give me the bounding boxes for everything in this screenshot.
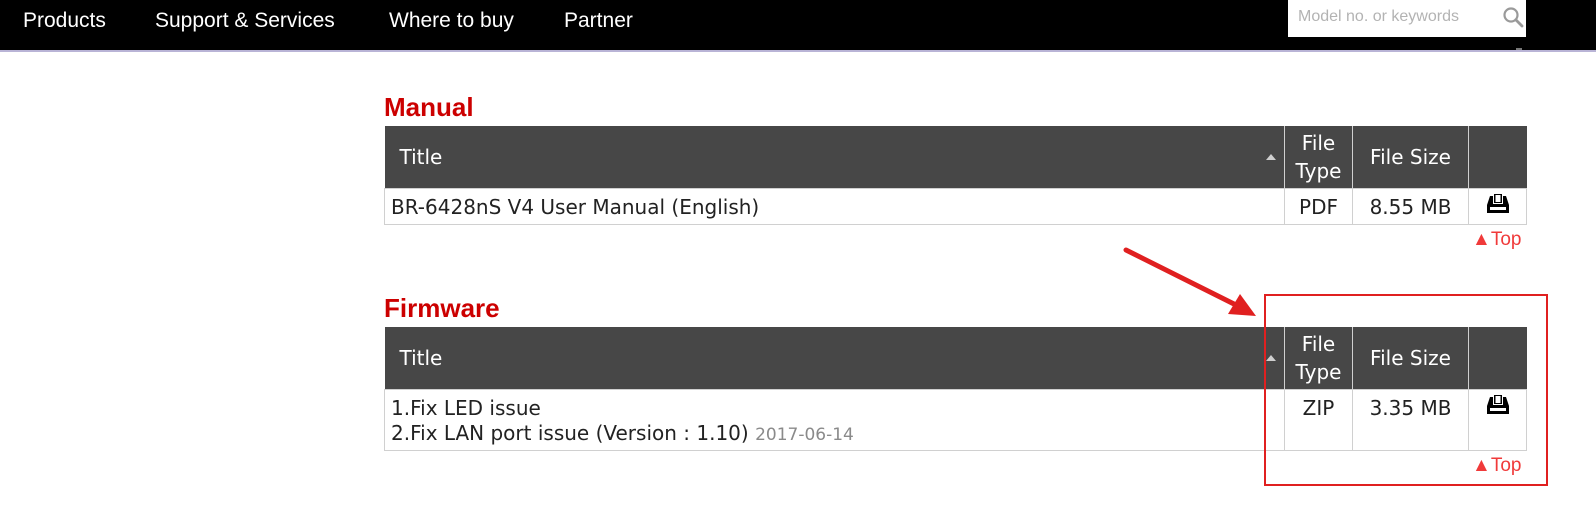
nav-products[interactable]: Products	[23, 6, 106, 36]
firmware-table: Title File Type File Size 1.Fix LED issu…	[384, 327, 1527, 451]
search-box-edge	[1288, 34, 1526, 37]
top-nav-bar: Products Support & Services Where to buy…	[0, 0, 1596, 52]
sort-arrow-icon[interactable]	[1266, 154, 1276, 160]
sort-arrow-icon[interactable]	[1266, 355, 1276, 361]
column-file-type-label-1: File	[1301, 331, 1336, 356]
column-title-label: Title	[399, 345, 443, 370]
search-icon[interactable]	[1502, 6, 1524, 28]
file-size-cell: 3.35 MB	[1352, 388, 1469, 451]
column-file-type-label-2: Type	[1295, 158, 1342, 183]
table-row: 1.Fix LED issue 2.Fix LAN port issue (Ve…	[384, 388, 1527, 451]
column-title-label: Title	[399, 144, 443, 169]
nav-where-to-buy[interactable]: Where to buy	[389, 6, 514, 36]
column-file-size: File Size	[1352, 327, 1469, 389]
manual-heading: Manual	[384, 92, 474, 122]
firmware-table-header: Title File Type File Size	[384, 327, 1527, 389]
file-size-cell: 8.55 MB	[1352, 187, 1469, 225]
nav-partner[interactable]: Partner	[564, 6, 633, 36]
triangle-up-icon: ▲	[1472, 229, 1491, 250]
column-title[interactable]: Title	[384, 126, 1285, 188]
column-file-type: File Type	[1284, 126, 1353, 188]
column-download	[1468, 327, 1527, 389]
release-date: 2017-06-14	[755, 424, 854, 445]
column-file-type-label-1: File	[1301, 130, 1336, 155]
column-file-type: File Type	[1284, 327, 1353, 389]
nav-support-services[interactable]: Support & Services	[155, 6, 335, 36]
manual-table-header: Title File Type File Size	[384, 126, 1527, 188]
firmware-note-line-2: 2.Fix LAN port issue (Version : 1.10)	[391, 420, 749, 445]
manual-title-cell: BR-6428nS V4 User Manual (English)	[384, 187, 1285, 225]
column-file-type-label-2: Type	[1295, 359, 1342, 384]
file-type-cell: ZIP	[1284, 388, 1353, 451]
download-cell	[1468, 388, 1527, 451]
divider	[1516, 48, 1522, 50]
search-box	[1288, 0, 1526, 34]
manual-table: Title File Type File Size BR-6428nS V4 U…	[384, 126, 1527, 225]
firmware-note-line-1: 1.Fix LED issue	[391, 395, 541, 420]
manual-title: BR-6428nS V4 User Manual (English)	[391, 194, 760, 219]
annotation-arrow	[1123, 247, 1256, 316]
firmware-heading: Firmware	[384, 293, 500, 323]
triangle-up-icon: ▲	[1472, 455, 1491, 476]
download-icon[interactable]	[1486, 394, 1510, 416]
back-to-top-link[interactable]: ▲Top	[1472, 455, 1521, 477]
firmware-title-cell: 1.Fix LED issue 2.Fix LAN port issue (Ve…	[384, 388, 1285, 451]
top-link-label: Top	[1490, 455, 1522, 476]
search-input[interactable]	[1288, 0, 1498, 34]
back-to-top-link[interactable]: ▲Top	[1472, 229, 1521, 251]
column-file-size: File Size	[1352, 126, 1469, 188]
column-title[interactable]: Title	[384, 327, 1285, 389]
download-icon[interactable]	[1486, 193, 1510, 215]
column-download	[1468, 126, 1527, 188]
download-cell	[1468, 187, 1527, 225]
file-type-cell: PDF	[1284, 187, 1353, 225]
table-row: BR-6428nS V4 User Manual (English) PDF 8…	[384, 187, 1527, 225]
top-link-label: Top	[1490, 229, 1522, 250]
